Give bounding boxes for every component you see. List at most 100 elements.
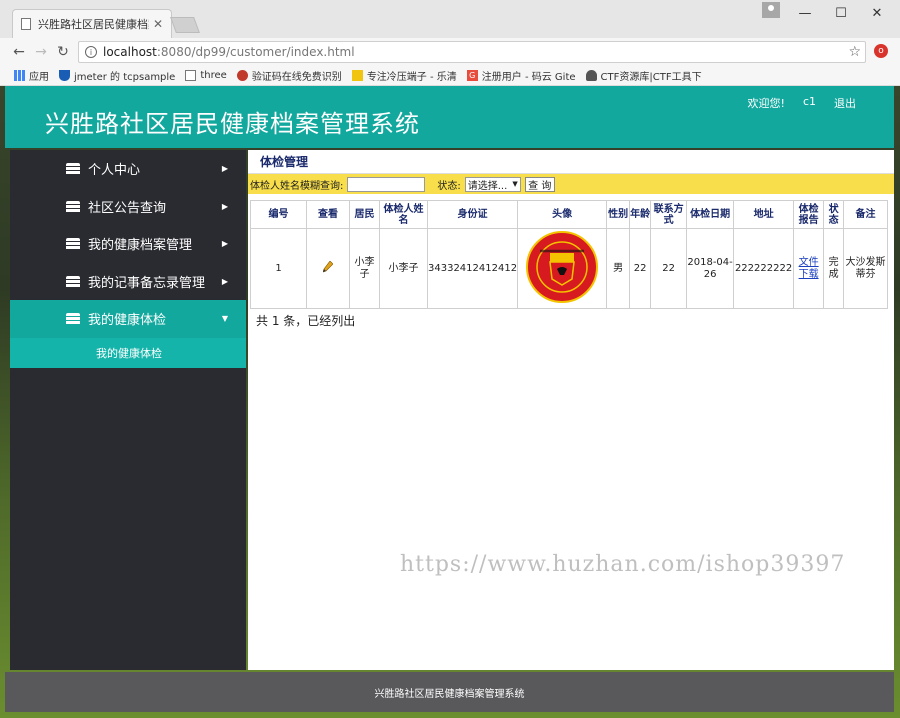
browser-tab[interactable]: 兴胜路社区居民健康档案 ✕	[12, 9, 172, 38]
caret-down-icon: ▼	[221, 314, 228, 324]
cell-report: 文件下载	[793, 228, 825, 309]
cell-avatar	[517, 228, 608, 309]
main-content: 体检管理 体检人姓名模糊查询: 状态: 请选择... ▼ 查 询 编号 查看 居…	[248, 150, 894, 670]
bookmark-label: three	[200, 70, 227, 81]
bookmark-star-icon[interactable]: ☆	[848, 44, 861, 60]
dropdown-caret-icon: ▼	[512, 180, 518, 188]
profile-icon[interactable]	[762, 2, 780, 18]
cell-resident: 小李子	[349, 228, 380, 309]
name-search-input[interactable]	[347, 176, 426, 192]
stack-icon	[66, 200, 80, 212]
column-header: 联系方式	[650, 200, 688, 229]
caret-right-icon: ▶	[221, 164, 228, 174]
cell-date: 2018-04-26	[686, 228, 735, 309]
table-header-row: 编号 查看 居民 体检人姓名 身份证 头像 性别 年龄 联系方式 体检日期 地址…	[250, 200, 888, 229]
cell-name: 小李子	[379, 228, 428, 309]
report-download-link[interactable]: 文件下载	[799, 257, 819, 280]
new-tab-button[interactable]	[170, 17, 200, 33]
column-header: 体检报告	[793, 200, 825, 229]
sidebar-item-label: 我的健康档案管理	[88, 238, 193, 254]
window-close-button[interactable]: ✕	[862, 4, 892, 22]
sidebar-item-health-records[interactable]: 我的健康档案管理 ▶	[10, 225, 246, 263]
submenu-item-health-checkup[interactable]: 我的健康体检	[10, 337, 246, 368]
username: c1	[802, 95, 816, 108]
address-bar[interactable]: i localhost:8080/dp99/customer/index.htm…	[78, 41, 866, 63]
cell-remark: 大沙发斯蒂芬	[843, 228, 888, 309]
cell-age: 22	[629, 228, 652, 309]
document-icon	[21, 18, 31, 30]
caret-right-icon: ▶	[221, 239, 228, 249]
stack-icon	[66, 238, 80, 250]
info-icon[interactable]: i	[85, 46, 97, 58]
column-header: 年龄	[629, 200, 652, 229]
pencil-icon[interactable]	[323, 260, 333, 273]
column-header: 查看	[306, 200, 350, 229]
tab-title: 兴胜路社区居民健康档案	[38, 18, 149, 31]
caret-right-icon: ▶	[221, 276, 228, 286]
bookmarks-bar: 应用 jmeter 的 tcpsample three 验证码在线免费识别 专注…	[0, 66, 900, 86]
bookmark-item[interactable]: CTF资源库|CTF工具下	[585, 68, 702, 83]
footer-text: 兴胜路社区居民健康档案管理系统	[374, 688, 525, 700]
cell-view	[306, 228, 350, 309]
sidebar-item-notices[interactable]: 社区公告查询 ▶	[10, 188, 246, 226]
folder-icon	[351, 70, 363, 81]
column-header: 备注	[843, 200, 888, 229]
person-icon	[585, 70, 597, 81]
column-header: 身份证	[426, 200, 519, 229]
minimize-button[interactable]: —	[790, 4, 820, 22]
sidebar-item-label: 我的记事备忘录管理	[88, 275, 206, 291]
column-header: 地址	[733, 200, 795, 229]
bookmark-label: CTF资源库|CTF工具下	[600, 72, 702, 83]
sidebar-item-personal-center[interactable]: 个人中心 ▶	[10, 150, 246, 188]
column-header: 体检人姓名	[379, 200, 428, 229]
tab-close-icon[interactable]: ✕	[153, 17, 163, 31]
column-header: 体检日期	[686, 200, 735, 229]
back-icon[interactable]: ←	[8, 44, 30, 60]
column-header: 状态	[823, 200, 845, 229]
bookmark-item[interactable]: 专注冷压端子 - 乐清	[351, 68, 457, 83]
search-button[interactable]: 查 询	[524, 176, 555, 192]
sidebar-item-health-checkup[interactable]: 我的健康体检 ▼	[10, 300, 246, 338]
result-summary: 共 1 条，已经列出	[256, 314, 356, 328]
sidebar: 个人中心 ▶ 社区公告查询 ▶ 我的健康档案管理 ▶ 我的记事备忘录管理 ▶ 我…	[10, 150, 246, 670]
cell-contact: 22	[650, 228, 688, 309]
page-title: 兴胜路社区居民健康档案管理系统	[45, 110, 420, 138]
bookmark-label: 专注冷压端子 - 乐清	[366, 72, 457, 83]
cell-address: 222222222	[733, 228, 795, 309]
column-header: 编号	[250, 200, 307, 229]
cell-id: 1	[250, 228, 307, 309]
forward-icon[interactable]: →	[30, 44, 52, 60]
welcome-text: 欢迎您!	[747, 97, 785, 110]
column-header: 头像	[517, 200, 608, 229]
bookmark-item[interactable]: 应用	[14, 68, 49, 83]
sidebar-item-memos[interactable]: 我的记事备忘录管理 ▶	[10, 263, 246, 301]
extension-icon[interactable]: o	[874, 44, 888, 58]
status-select[interactable]: 请选择... ▼	[464, 176, 521, 192]
captcha-icon	[236, 70, 248, 81]
sidebar-item-label: 社区公告查询	[88, 200, 167, 216]
apps-icon	[14, 70, 25, 81]
reload-icon[interactable]: ↻	[52, 44, 74, 60]
cell-gender: 男	[606, 228, 631, 309]
sidebar-item-label: 我的健康体检	[88, 313, 167, 329]
user-area: 欢迎您! c1 退出	[748, 95, 856, 111]
app-footer: 兴胜路社区居民健康档案管理系统	[5, 672, 894, 712]
bookmark-item[interactable]: jmeter 的 tcpsample	[59, 68, 175, 83]
avatar	[526, 230, 599, 303]
cell-status: 完成	[823, 228, 845, 309]
bookmark-item[interactable]: G 注册用户 - 码云 Gite	[466, 68, 576, 83]
search-label: 体检人姓名模糊查询:	[250, 180, 344, 192]
stack-icon	[66, 313, 80, 325]
browser-titlebar: 兴胜路社区居民健康档案 ✕ — ☐ ✕	[0, 0, 900, 38]
bookmark-label: 注册用户 - 码云 Gite	[481, 72, 576, 83]
logout-link[interactable]: 退出	[834, 95, 856, 111]
shield-icon	[59, 70, 70, 81]
column-header: 居民	[349, 200, 380, 229]
bookmark-item[interactable]: 验证码在线免费识别	[236, 68, 342, 83]
status-label: 状态:	[437, 180, 461, 192]
sidebar-item-label: 个人中心	[88, 163, 141, 179]
bookmark-item[interactable]: three	[185, 70, 227, 81]
page-icon	[185, 70, 197, 81]
watermark: https://www.huzhan.com/ishop39397	[400, 552, 846, 577]
maximize-button[interactable]: ☐	[826, 4, 856, 22]
